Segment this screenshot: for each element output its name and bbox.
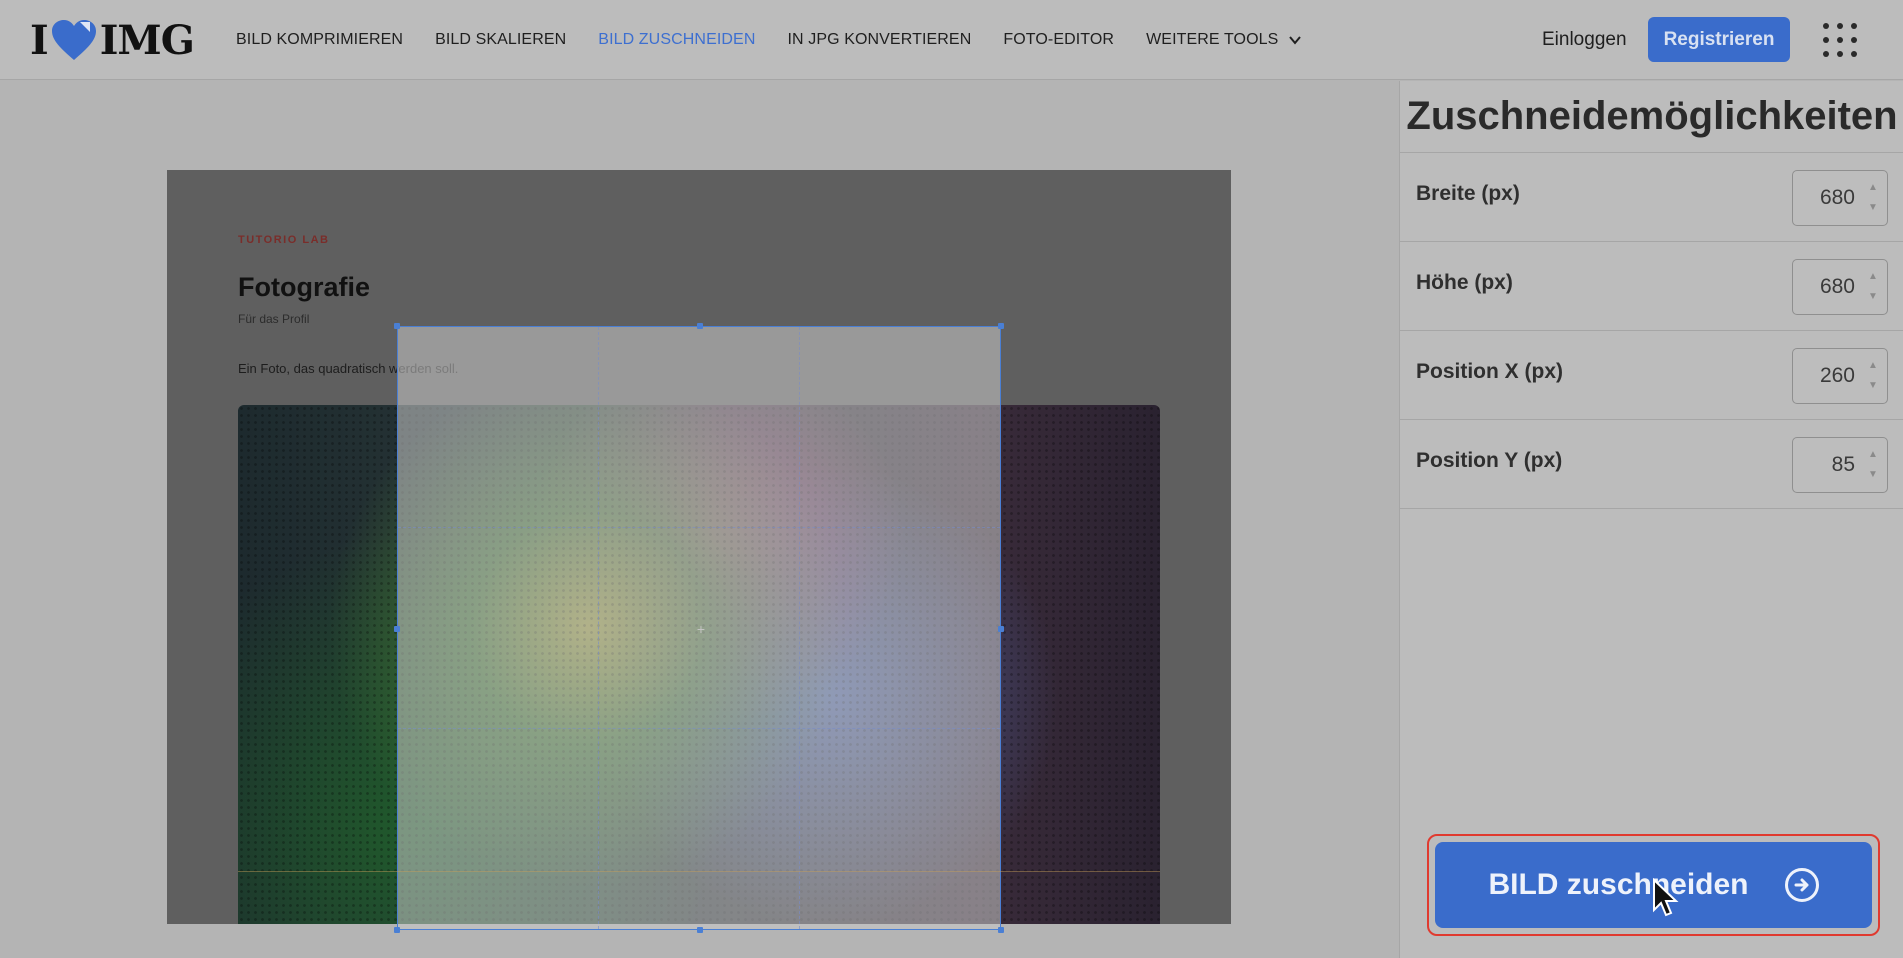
crop-workspace: TUTORIO LAB Fotografie Für das Profil Ei… — [0, 81, 1399, 958]
doc-kicker: TUTORIO LAB — [238, 234, 330, 246]
nav-resize-image[interactable]: BILD SKALIEREN — [435, 31, 566, 49]
iloveimg-logo[interactable]: I IMG — [30, 16, 195, 64]
top-header: I IMG BILD KOMPRIMIEREN BILD SKALIEREN B… — [0, 0, 1903, 80]
height-stepper[interactable]: ▲ ▼ — [1867, 272, 1879, 302]
option-position-x: Position X (px) 260 ▲ ▼ — [1400, 331, 1903, 420]
position-x-stepper[interactable]: ▲ ▼ — [1867, 361, 1879, 391]
nav-compress-image[interactable]: BILD KOMPRIMIEREN — [236, 31, 403, 49]
logo-letter-i: I — [30, 16, 49, 64]
position-y-value: 85 — [1831, 453, 1855, 476]
option-position-y: Position Y (px) 85 ▲ ▼ — [1400, 420, 1903, 509]
nav-crop-image[interactable]: BILD ZUSCHNEIDEN — [598, 31, 755, 49]
width-value: 680 — [1819, 186, 1855, 209]
crop-handle-bottom[interactable] — [697, 927, 703, 933]
crop-handle-top-right[interactable] — [998, 323, 1004, 329]
position-y-stepper[interactable]: ▲ ▼ — [1867, 450, 1879, 480]
crop-handle-left[interactable] — [394, 626, 400, 632]
mouse-cursor-icon — [1653, 878, 1679, 917]
position-x-input[interactable]: 260 ▲ ▼ — [1792, 348, 1888, 404]
doc-subtitle: Für das Profil — [238, 312, 310, 326]
width-label: Breite (px) — [1416, 182, 1520, 205]
width-stepper[interactable]: ▲ ▼ — [1867, 183, 1879, 213]
nav-more-tools[interactable]: WEITERE TOOLS — [1146, 31, 1302, 49]
nav-more-tools-label: WEITERE TOOLS — [1146, 31, 1279, 48]
register-button[interactable]: Registrieren — [1648, 17, 1790, 62]
position-x-value: 260 — [1819, 364, 1855, 387]
nav-photo-editor[interactable]: FOTO-EDITOR — [1003, 31, 1114, 49]
width-input[interactable]: 680 ▲ ▼ — [1792, 170, 1888, 226]
crop-handle-top[interactable] — [697, 323, 703, 329]
apps-grid-icon[interactable] — [1822, 22, 1858, 58]
nav-convert-to-jpg[interactable]: IN JPG KONVERTIEREN — [787, 31, 971, 49]
crop-options-panel: Zuschneidemöglichkeiten Breite (px) 680 … — [1399, 81, 1903, 958]
doc-title: Fotografie — [238, 272, 370, 302]
crop-selection-box[interactable]: + — [394, 323, 1004, 933]
height-input[interactable]: 680 ▲ ▼ — [1792, 259, 1888, 315]
heart-icon — [51, 20, 96, 60]
height-label: Höhe (px) — [1416, 271, 1513, 294]
crop-handle-top-left[interactable] — [394, 323, 400, 329]
option-width: Breite (px) 680 ▲ ▼ — [1400, 153, 1903, 242]
height-value: 680 — [1819, 275, 1855, 298]
logo-text-img: IMG — [99, 16, 195, 64]
position-y-input[interactable]: 85 ▲ ▼ — [1792, 437, 1888, 493]
main-nav: BILD KOMPRIMIEREN BILD SKALIEREN BILD ZU… — [236, 0, 1334, 80]
crop-handle-bottom-left[interactable] — [394, 927, 400, 933]
position-x-label: Position X (px) — [1416, 360, 1563, 383]
panel-title: Zuschneidemöglichkeiten — [1400, 81, 1903, 153]
crop-center-crosshair-icon: + — [696, 621, 706, 637]
option-height: Höhe (px) 680 ▲ ▼ — [1400, 242, 1903, 331]
crop-handle-bottom-right[interactable] — [998, 927, 1004, 933]
crop-handle-right[interactable] — [998, 626, 1004, 632]
position-y-label: Position Y (px) — [1416, 449, 1563, 472]
login-link[interactable]: Einloggen — [1542, 29, 1627, 51]
chevron-down-icon — [1289, 36, 1302, 45]
crop-image-button-label: BILD zuschneiden — [1488, 868, 1749, 901]
arrow-right-circle-icon — [1784, 868, 1819, 902]
